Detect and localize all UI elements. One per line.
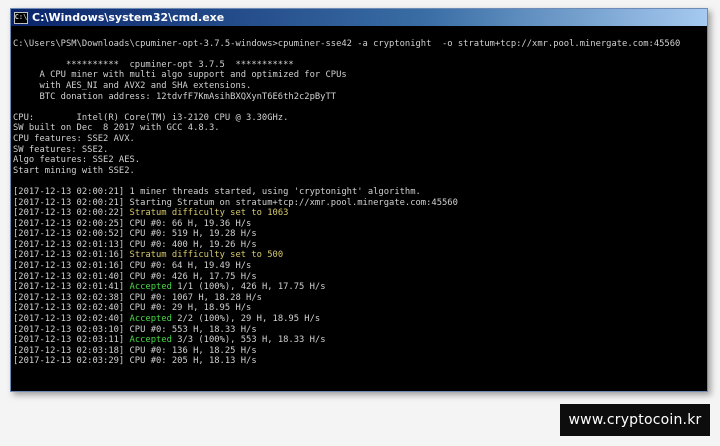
console-line: BTC donation address: 12tdvfF7KmAsihBXQX… <box>13 91 337 102</box>
window-title: C:\Windows\system32\cmd.exe <box>32 11 225 24</box>
console-line: [2017-12-13 02:01:16] CPU #0: 64 H, 19.4… <box>13 261 252 272</box>
console-line: [2017-12-13 02:00:21] 1 miner threads st… <box>13 186 421 197</box>
console-output[interactable]: C:\Users\PSM\Downloads\cpuminer-opt-3.7.… <box>13 28 707 391</box>
console-line: [2017-12-13 02:01:13] CPU #0: 400 H, 19.… <box>13 239 257 250</box>
console-line-prefix: [2017-12-13 02:01:16] <box>13 250 130 261</box>
console-line-prefix: [2017-12-13 02:02:40] <box>13 314 130 325</box>
console-line: [2017-12-13 02:03:10] CPU #0: 553 H, 18.… <box>13 324 257 335</box>
console-line-prefix: [2017-12-13 02:00:22] <box>13 208 130 219</box>
console-line: Start mining with SSE2. <box>13 165 135 176</box>
console-line: CPU features: SSE2 AVX. <box>13 133 135 144</box>
cmd-window: C:\ C:\Windows\system32\cmd.exe C:\Users… <box>10 8 708 392</box>
console-line: [2017-12-13 02:00:25] CPU #0: 66 H, 19.3… <box>13 218 252 229</box>
console-line: SW features: SSE2. <box>13 144 109 155</box>
console-line: C:\Users\PSM\Downloads\cpuminer-opt-3.7.… <box>13 38 681 49</box>
console-line-suffix: 2/2 (100%), 29 H, 18.95 H/s <box>171 314 321 325</box>
console-line-prefix: [2017-12-13 02:01:41] <box>13 282 130 293</box>
console-line: [2017-12-13 02:03:29] CPU #0: 205 H, 18.… <box>13 356 257 367</box>
console-line-suffix: 1/1 (100%), 426 H, 17.75 H/s <box>171 282 326 293</box>
difficulty-label: Stratum difficulty set to 500 <box>129 250 284 261</box>
console-line: with AES_NI and AVX2 and SHA extensions. <box>13 80 252 91</box>
console-line: [2017-12-13 02:03:11] Accepted 3/3 (100%… <box>13 335 707 346</box>
console-line: CPU: Intel(R) Core(TM) i3-2120 CPU @ 3.3… <box>13 112 289 123</box>
console-line: ********** cpuminer-opt 3.7.5 **********… <box>13 59 294 70</box>
console-line-suffix: 3/3 (100%), 553 H, 18.33 H/s <box>171 335 326 346</box>
console-line: [2017-12-13 02:02:38] CPU #0: 1067 H, 18… <box>13 292 262 303</box>
console-line: Algo features: SSE2 AES. <box>13 155 141 166</box>
difficulty-label: Stratum difficulty set to 1063 <box>129 208 289 219</box>
console-line: A CPU miner with multi algo support and … <box>13 70 347 81</box>
watermark: www.cryptocoin.kr <box>560 404 710 436</box>
console-line: [2017-12-13 02:02:40] CPU #0: 29 H, 18.9… <box>13 303 252 314</box>
console-line: [2017-12-13 02:01:40] CPU #0: 426 H, 17.… <box>13 271 257 282</box>
console-line: [2017-12-13 02:02:40] Accepted 2/2 (100%… <box>13 314 707 325</box>
console-line: [2017-12-13 02:00:21] Starting Stratum o… <box>13 197 458 208</box>
console-line: SW built on Dec 8 2017 with GCC 4.8.3. <box>13 123 220 134</box>
title-bar[interactable]: C:\ C:\Windows\system32\cmd.exe <box>11 9 707 26</box>
console-line: [2017-12-13 02:01:41] Accepted 1/1 (100%… <box>13 282 707 293</box>
console-line: [2017-12-13 02:03:18] CPU #0: 136 H, 18.… <box>13 345 257 356</box>
accepted-label: Accepted <box>129 282 172 293</box>
console-line: [2017-12-13 02:00:22] Stratum difficulty… <box>13 208 707 219</box>
console-line: [2017-12-13 02:01:16] Stratum difficulty… <box>13 250 707 261</box>
console-line: [2017-12-13 02:00:52] CPU #0: 519 H, 19.… <box>13 229 257 240</box>
accepted-label: Accepted <box>129 314 172 325</box>
accepted-label: Accepted <box>129 335 172 346</box>
console-line-prefix: [2017-12-13 02:03:11] <box>13 335 130 346</box>
cmd-icon[interactable]: C:\ <box>14 11 28 24</box>
